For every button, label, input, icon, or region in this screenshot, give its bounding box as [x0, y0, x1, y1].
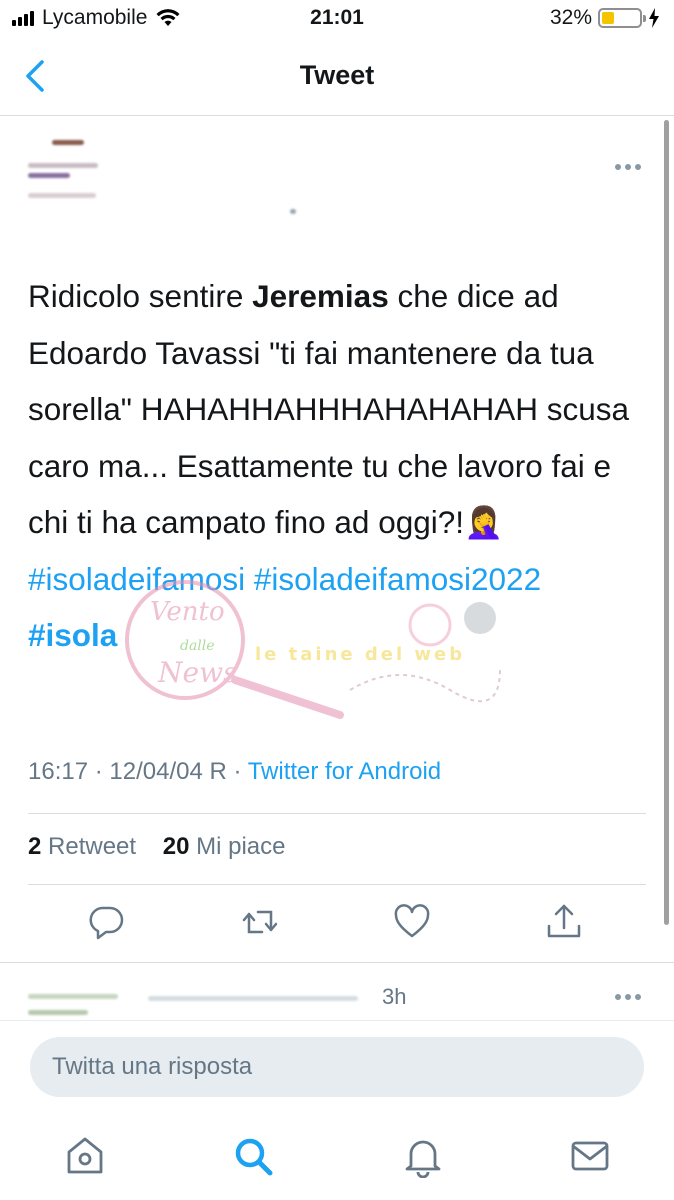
share-icon — [547, 904, 581, 938]
tweet-text-mention: Jeremias — [252, 278, 389, 314]
more-dot — [635, 164, 641, 170]
tab-notifications[interactable] — [401, 1134, 445, 1179]
likes-count: 20 — [162, 833, 190, 860]
battery-percent: 32% — [549, 6, 592, 29]
thread-separator — [0, 962, 674, 963]
reply-button[interactable] — [86, 902, 126, 942]
battery-icon — [598, 8, 646, 28]
divider — [28, 813, 646, 814]
reply-time: 3h — [382, 984, 407, 1009]
facepalm-emoji: 🤦‍♀️ — [464, 504, 504, 540]
likes-link[interactable]: 20 Mi piace — [163, 833, 286, 860]
more-dot — [625, 164, 631, 170]
reply-author[interactable] — [28, 982, 408, 1022]
tweet-text-intro: Ridicolo sentire — [28, 278, 253, 314]
more-dot — [615, 994, 621, 1000]
charging-icon — [649, 8, 659, 28]
retweets-count: 2 — [28, 833, 42, 860]
like-button[interactable] — [392, 902, 432, 942]
tab-home[interactable] — [63, 1134, 107, 1178]
reply-composer — [0, 1020, 674, 1114]
hashtag-link[interactable]: #isola — [28, 617, 117, 653]
home-icon — [67, 1137, 103, 1174]
like-icon — [394, 904, 430, 938]
tweet-counts: 2 Retweet 20 Mi piace — [28, 833, 286, 861]
retweets-link[interactable]: 2 Retweet — [28, 833, 136, 860]
more-dot — [625, 994, 631, 1000]
likes-label: Mi piace — [189, 833, 286, 860]
tweet-client-link[interactable]: Twitter for Android — [248, 758, 441, 785]
retweet-icon — [242, 910, 278, 934]
nav-bar: Tweet — [0, 38, 674, 116]
tweet-text: Ridicolo sentire Jeremias che dice ad Ed… — [28, 268, 648, 664]
hashtag-link[interactable]: #isoladeifamosi — [28, 561, 245, 597]
tab-messages[interactable] — [568, 1134, 612, 1178]
search-icon — [235, 1138, 273, 1176]
tab-bar — [0, 1114, 674, 1200]
reply-icon — [89, 906, 124, 940]
status-bar: Lycamobile 21:01 32% — [0, 0, 674, 38]
tweet-author[interactable] — [28, 135, 308, 220]
tweet-more-button[interactable] — [615, 162, 645, 172]
page-title: Tweet — [299, 60, 375, 90]
battery-fill — [602, 12, 614, 24]
more-dot — [615, 164, 621, 170]
retweet-button[interactable] — [240, 902, 280, 942]
retweets-label: Retweet — [41, 833, 137, 860]
scrollbar[interactable] — [664, 120, 669, 925]
more-dot — [635, 994, 641, 1000]
notifications-icon — [405, 1140, 441, 1179]
divider — [28, 884, 646, 885]
reply-more-button[interactable] — [615, 992, 645, 1002]
tweet-timestamp: 16:17 · 12/04/04 R · — [28, 758, 248, 785]
tweet-actions — [0, 902, 674, 952]
reply-input[interactable] — [30, 1037, 644, 1097]
share-button[interactable] — [544, 902, 584, 942]
tweet-meta: 16:17 · 12/04/04 R · Twitter for Android — [28, 758, 441, 786]
hashtag-link[interactable]: #isoladeifamosi2022 — [254, 561, 541, 597]
tweet-text-body: che dice ad Edoardo Tavassi "ti fai mant… — [28, 278, 630, 540]
messages-icon — [571, 1141, 609, 1171]
battery-info: 32% — [550, 6, 660, 30]
tab-search[interactable] — [231, 1134, 275, 1178]
